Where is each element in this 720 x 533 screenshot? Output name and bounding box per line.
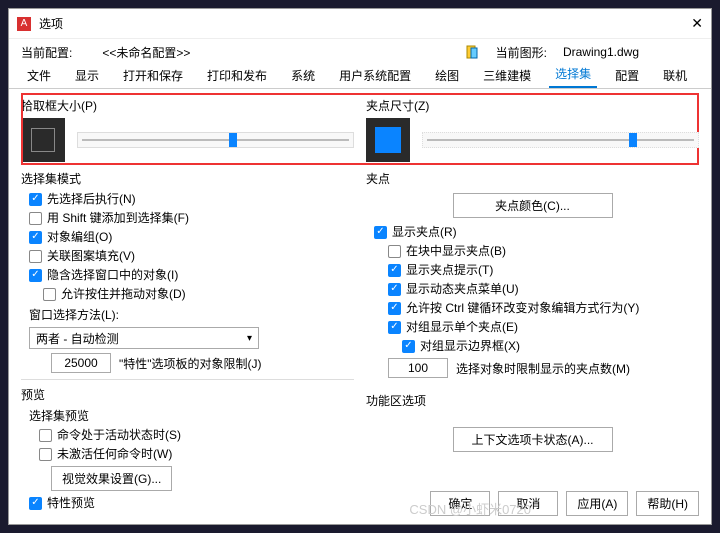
chevron-down-icon: ▾ xyxy=(247,333,252,344)
window-method-label: 窗口选择方法(L): xyxy=(29,306,354,323)
tab-选择集[interactable]: 选择集 xyxy=(549,61,597,88)
checkbox-label: 对组显示单个夹点(E) xyxy=(406,319,518,335)
tabs: 文件显示打开和保存打印和发布系统用户系统配置绘图三维建模选择集配置联机 xyxy=(9,65,711,89)
dialog-title: 选项 xyxy=(39,15,691,32)
tab-配置[interactable]: 配置 xyxy=(609,63,645,88)
property-preview-label: 特性预览 xyxy=(47,495,95,511)
checkbox[interactable] xyxy=(402,340,415,353)
grip-size-label: 夹点尺寸(Z) xyxy=(366,97,699,114)
cancel-button[interactable]: 取消 xyxy=(498,491,558,516)
window-method-select[interactable]: 两者 - 自动检测 ▾ xyxy=(29,327,259,349)
checkbox-label: 对象编组(O) xyxy=(47,229,112,245)
drawing-file-icon xyxy=(466,45,480,59)
tab-系统[interactable]: 系统 xyxy=(285,63,321,88)
selection-preview-subtitle: 选择集预览 xyxy=(29,407,354,424)
grip-preview xyxy=(366,118,410,162)
tab-显示[interactable]: 显示 xyxy=(69,63,105,88)
tab-文件[interactable]: 文件 xyxy=(21,63,57,88)
checkbox-label: 关联图案填充(V) xyxy=(47,248,135,264)
preview-title: 预览 xyxy=(21,386,354,403)
ribbon-options-title: 功能区选项 xyxy=(366,392,699,409)
config-row: 当前配置: <<未命名配置>> 当前图形: Drawing1.dwg xyxy=(9,39,711,65)
current-config-value: <<未命名配置>> xyxy=(102,44,190,61)
checkbox[interactable] xyxy=(43,288,56,301)
right-column: 夹点尺寸(Z) 夹点 夹点颜色(C)... 显示夹点(R) 在块中显示夹点(B) 显… xyxy=(366,97,699,514)
checkbox-label: 显示夹点(R) xyxy=(392,224,457,240)
tab-打开和保存[interactable]: 打开和保存 xyxy=(117,63,189,88)
checkbox[interactable] xyxy=(39,448,52,461)
pickbox-size-slider[interactable] xyxy=(77,132,354,148)
app-icon: A xyxy=(17,17,31,31)
tab-用户系统配置[interactable]: 用户系统配置 xyxy=(333,63,417,88)
tab-三维建模[interactable]: 三维建模 xyxy=(477,63,537,88)
checkbox-label: 允许按 Ctrl 键循环改变对象编辑方式行为(Y) xyxy=(406,300,639,316)
checkbox-label: 未激活任何命令时(W) xyxy=(57,446,172,462)
checkbox-label: 用 Shift 键添加到选择集(F) xyxy=(47,210,189,226)
checkbox-label: 显示夹点提示(T) xyxy=(406,262,493,278)
checkbox[interactable] xyxy=(388,321,401,334)
grips-title: 夹点 xyxy=(366,170,699,187)
property-preview-checkbox[interactable] xyxy=(29,497,42,510)
current-drawing-value: Drawing1.dwg xyxy=(563,45,639,59)
checkbox[interactable] xyxy=(29,250,42,263)
contextual-tab-button[interactable]: 上下文选项卡状态(A)... xyxy=(453,427,613,452)
visual-effect-button[interactable]: 视觉效果设置(G)... xyxy=(51,466,172,491)
checkbox[interactable] xyxy=(388,245,401,258)
checkbox[interactable] xyxy=(29,212,42,225)
checkbox-label: 对组显示边界框(X) xyxy=(420,338,520,354)
checkbox[interactable] xyxy=(29,269,42,282)
footer: 确定 取消 应用(A) 帮助(H) xyxy=(430,491,699,516)
checkbox-label: 在块中显示夹点(B) xyxy=(406,243,506,259)
checkbox-label: 允许按住并拖动对象(D) xyxy=(61,286,186,302)
grip-limit-label: 选择对象时限制显示的夹点数(M) xyxy=(456,360,630,377)
current-config-label: 当前配置: xyxy=(21,44,72,61)
tab-联机[interactable]: 联机 xyxy=(657,63,693,88)
close-icon[interactable]: ✕ xyxy=(691,15,703,32)
grip-color-button[interactable]: 夹点颜色(C)... xyxy=(453,193,613,218)
help-button[interactable]: 帮助(H) xyxy=(636,491,699,516)
checkbox[interactable] xyxy=(29,231,42,244)
checkbox[interactable] xyxy=(388,302,401,315)
tab-绘图[interactable]: 绘图 xyxy=(429,63,465,88)
options-dialog: A 选项 ✕ 当前配置: <<未命名配置>> 当前图形: Drawing1.dw… xyxy=(8,8,712,525)
grip-size-slider[interactable] xyxy=(422,132,699,148)
checkbox-label: 命令处于活动状态时(S) xyxy=(57,427,181,443)
pickbox-preview xyxy=(21,118,65,162)
checkbox[interactable] xyxy=(388,283,401,296)
checkbox-label: 隐含选择窗口中的对象(I) xyxy=(47,267,178,283)
pickbox-size-label: 拾取框大小(P) xyxy=(21,97,354,114)
apply-button[interactable]: 应用(A) xyxy=(566,491,628,516)
window-method-value: 两者 - 自动检测 xyxy=(36,330,119,347)
checkbox[interactable] xyxy=(39,429,52,442)
selection-mode-title: 选择集模式 xyxy=(21,170,354,187)
property-limit-label: "特性"选项板的对象限制(J) xyxy=(119,355,262,372)
checkbox[interactable] xyxy=(29,193,42,206)
ok-button[interactable]: 确定 xyxy=(430,491,490,516)
tab-打印和发布[interactable]: 打印和发布 xyxy=(201,63,273,88)
left-column: 拾取框大小(P) 选择集模式 先选择后执行(N) 用 Shift 键添加到选择集(… xyxy=(21,97,354,514)
content: 拾取框大小(P) 选择集模式 先选择后执行(N) 用 Shift 键添加到选择集(… xyxy=(9,89,711,522)
checkbox[interactable] xyxy=(388,264,401,277)
checkbox-label: 先选择后执行(N) xyxy=(47,191,136,207)
checkbox[interactable] xyxy=(374,226,387,239)
grip-limit-input[interactable]: 100 xyxy=(388,358,448,378)
titlebar: A 选项 ✕ xyxy=(9,9,711,39)
current-drawing-label: 当前图形: xyxy=(496,44,547,61)
checkbox-label: 显示动态夹点菜单(U) xyxy=(406,281,519,297)
property-limit-input[interactable]: 25000 xyxy=(51,353,111,373)
